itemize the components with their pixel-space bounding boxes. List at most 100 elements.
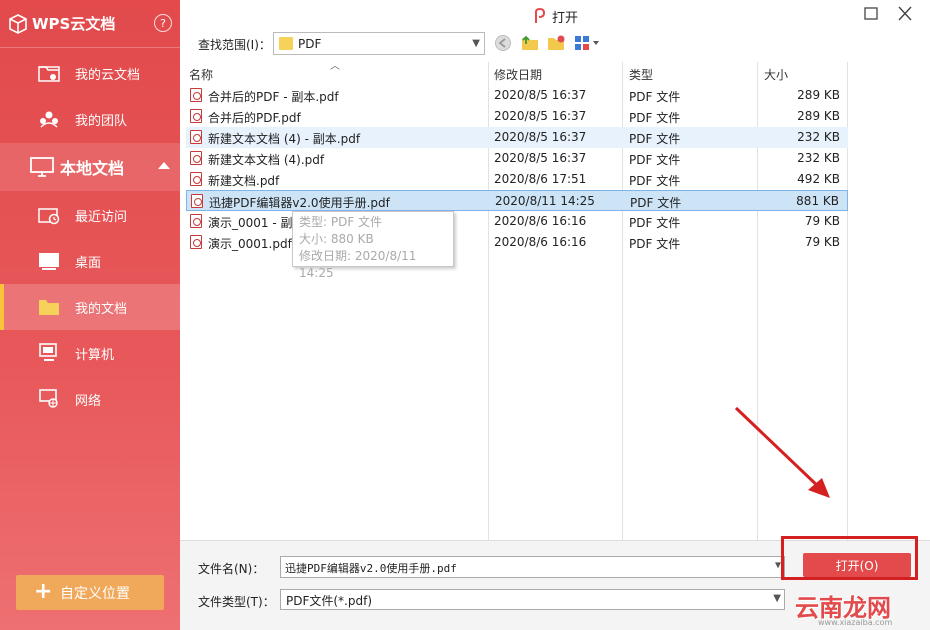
- file-type: PDF 文件: [630, 196, 682, 210]
- sidebar-item-label: 桌面: [75, 255, 102, 271]
- annotation-arrow-icon: [734, 406, 830, 498]
- file-size: 289 KB: [797, 88, 840, 102]
- file-type: PDF 文件: [629, 90, 681, 104]
- wps-pdf-logo-icon: [534, 8, 545, 23]
- file-info-tooltip: 类型: PDF 文件 大小: 880 KB 修改日期: 2020/8/11 14…: [292, 211, 454, 280]
- pdf-file-icon: [191, 194, 203, 208]
- file-type: PDF 文件: [629, 237, 681, 251]
- annotation-highlight-box: [781, 536, 918, 580]
- custom-location-label: 自定义位置: [60, 585, 130, 602]
- chevron-down-icon: ▼: [472, 38, 480, 49]
- help-icon[interactable]: ?: [154, 14, 172, 32]
- section-local-docs[interactable]: 本地文档: [0, 143, 180, 191]
- file-size: 79 KB: [804, 214, 840, 228]
- tooltip-type: 类型: PDF 文件: [299, 215, 383, 229]
- brand-title: WPS云文档: [32, 15, 116, 33]
- sidebar-item-desktop[interactable]: 桌面: [0, 238, 180, 284]
- file-date: 2020/8/6 16:16: [494, 235, 587, 249]
- filetype-label: 文件类型(T)：: [198, 595, 275, 609]
- chevron-up-icon[interactable]: [158, 162, 170, 169]
- filename-value: 迅捷PDF编辑器v2.0使用手册.pdf: [285, 562, 457, 575]
- file-name: 新建文本文档 (4) - 副本.pdf: [208, 132, 361, 146]
- sidebar-item-label: 我的文档: [75, 301, 128, 317]
- file-size: 232 KB: [797, 151, 840, 165]
- file-name: 新建文本文档 (4).pdf: [208, 153, 325, 167]
- pdf-file-icon: [190, 235, 202, 249]
- file-date: 2020/8/5 16:37: [494, 109, 587, 123]
- pdf-file-icon: [190, 214, 202, 228]
- file-name: 合并后的PDF - 副本.pdf: [208, 90, 339, 104]
- watermark-url: www.xiazaiba.com: [818, 618, 893, 627]
- file-type: PDF 文件: [629, 132, 681, 146]
- file-name: 演示_0001.pdf: [208, 237, 292, 251]
- sidebar-item-network[interactable]: 网络: [0, 376, 180, 422]
- file-size: 232 KB: [797, 130, 840, 144]
- file-size: 881 KB: [796, 194, 839, 208]
- file-row[interactable]: 演示_0001 - 副本.pdf 2020/8/6 16:16 PDF 文件 79 K…: [186, 211, 848, 232]
- custom-location-button[interactable]: + 自定义位置: [16, 575, 164, 610]
- brand-header: WPS云文档 ?: [0, 0, 180, 48]
- file-row[interactable]: 演示_0001.pdf 2020/8/6 16:16 PDF 文件 79 KB: [186, 232, 848, 253]
- file-name: 合并后的PDF.pdf: [208, 111, 301, 125]
- filename-input[interactable]: 迅捷PDF编辑器v2.0使用手册.pdf ▼: [280, 556, 785, 578]
- file-type: PDF 文件: [629, 174, 681, 188]
- sidebar-item-label: 我的云文档: [75, 67, 141, 83]
- file-row[interactable]: 合并后的PDF.pdf 2020/8/5 16:37 PDF 文件 289 KB: [186, 106, 848, 127]
- filename-label: 文件名(N)：: [198, 562, 265, 576]
- sidebar-item-recent[interactable]: 最近访问: [0, 192, 180, 238]
- file-row[interactable]: 迅捷PDF编辑器v2.0使用手册.pdf 2020/8/11 14:25 PDF 文…: [186, 190, 848, 211]
- sidebar-item-my-documents[interactable]: 我的文档: [0, 284, 180, 330]
- file-size: 79 KB: [804, 235, 840, 249]
- dialog-titlebar: 打开: [180, 0, 930, 32]
- network-icon: [39, 389, 58, 408]
- file-date: 2020/8/6 16:16: [494, 214, 587, 228]
- filetype-value: PDF文件(*.pdf): [286, 594, 373, 608]
- file-date: 2020/8/6 17:51: [494, 172, 587, 186]
- view-menu-icon[interactable]: [573, 34, 603, 52]
- file-name: 新建文档.pdf: [208, 174, 280, 188]
- folder-icon: [39, 300, 59, 315]
- sidebar-item-label: 我的团队: [75, 113, 128, 129]
- dialog-title: 打开: [551, 10, 578, 26]
- file-row[interactable]: 新建文档.pdf 2020/8/6 17:51 PDF 文件 492 KB: [186, 169, 848, 190]
- sort-ascending-icon: ︿: [330, 61, 340, 72]
- sidebar-item-label: 计算机: [75, 347, 115, 363]
- file-type: PDF 文件: [629, 111, 681, 125]
- back-icon[interactable]: [493, 34, 513, 52]
- pdf-file-icon: [190, 109, 202, 123]
- pdf-file-icon: [190, 88, 202, 102]
- recent-icon: [38, 208, 60, 225]
- filetype-select[interactable]: PDF文件(*.pdf) ▼: [280, 589, 785, 610]
- sidebar: WPS云文档 ? 我的云文档 我的团队 本地文档 最近访问 桌面 我的文档 计算…: [0, 0, 180, 630]
- close-icon[interactable]: [894, 4, 916, 24]
- pdf-file-icon: [190, 172, 202, 186]
- up-folder-icon[interactable]: [520, 34, 540, 52]
- pdf-file-icon: [190, 130, 202, 144]
- monitor-icon: [30, 157, 54, 177]
- tooltip-date: 修改日期: 2020/8/11 14:25: [299, 249, 417, 280]
- new-folder-icon[interactable]: [546, 34, 566, 52]
- file-type: PDF 文件: [629, 216, 681, 230]
- sidebar-item-my-team[interactable]: 我的团队: [0, 96, 180, 142]
- file-row[interactable]: 新建文本文档 (4).pdf 2020/8/5 16:37 PDF 文件 232 KB: [186, 148, 848, 169]
- file-date: 2020/8/5 16:37: [494, 88, 587, 102]
- cloud-folder-icon: [38, 66, 60, 82]
- file-name: 迅捷PDF编辑器v2.0使用手册.pdf: [209, 196, 390, 210]
- chevron-down-icon: ▼: [773, 593, 781, 604]
- team-icon: [40, 111, 58, 128]
- file-type: PDF 文件: [629, 153, 681, 167]
- pdf-file-icon: [190, 151, 202, 165]
- look-in-label: 查找范围(I)：: [198, 38, 271, 52]
- maximize-icon[interactable]: [860, 4, 882, 24]
- computer-icon: [39, 343, 57, 361]
- sidebar-item-computer[interactable]: 计算机: [0, 330, 180, 376]
- file-row[interactable]: 新建文本文档 (4) - 副本.pdf 2020/8/5 16:37 PDF 文件 2…: [186, 127, 848, 148]
- sidebar-item-my-cloud-docs[interactable]: 我的云文档: [0, 50, 180, 96]
- file-date: 2020/8/11 14:25: [495, 194, 595, 208]
- tooltip-size: 大小: 880 KB: [299, 232, 374, 246]
- look-in-select[interactable]: PDF ▼: [273, 32, 485, 55]
- file-row[interactable]: 合并后的PDF - 副本.pdf 2020/8/5 16:37 PDF 文件 289 …: [186, 85, 848, 106]
- file-size: 492 KB: [797, 172, 840, 186]
- desktop-icon: [39, 253, 59, 270]
- plus-icon: +: [34, 579, 53, 604]
